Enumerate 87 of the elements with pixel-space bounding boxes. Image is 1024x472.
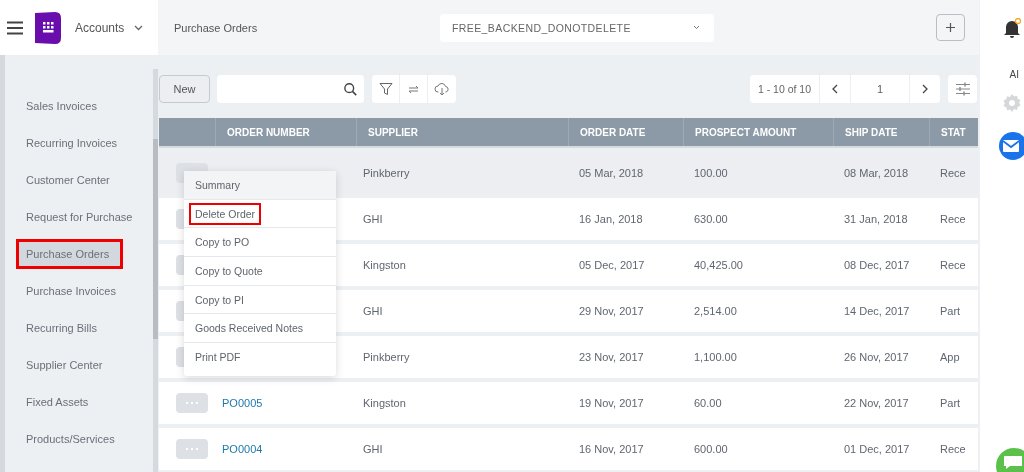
table-cell: 16 Nov, 2017 — [579, 443, 644, 455]
table-row[interactable]: PO0005 Kingston 19 Nov, 2017 60.00 22 Nov, 2017 Part — [159, 382, 978, 424]
scrollbar[interactable] — [153, 69, 158, 472]
sidebar-item[interactable]: Purchase Invoices — [5, 276, 146, 306]
column-header[interactable]: SHIP DATE — [845, 126, 898, 138]
table-cell: Pinkberry — [363, 167, 410, 179]
table-cell: Part — [940, 305, 961, 317]
table-cell: 14 Dec, 2017 — [844, 305, 910, 317]
chevron-icon — [134, 24, 144, 31]
page-range: 1 - 10 of 10 — [749, 75, 820, 103]
table-cell: 05 Dec, 2017 — [579, 259, 645, 271]
new-button[interactable]: New — [159, 75, 210, 103]
chevron-left-icon — [832, 84, 838, 94]
module-dropdown[interactable]: Accounts — [75, 16, 144, 39]
search-field[interactable] — [217, 75, 364, 103]
bell-icon[interactable] — [1003, 17, 1021, 38]
sidebar-item[interactable]: Customer Center — [5, 165, 146, 195]
table-cell: 26 Nov, 2017 — [844, 351, 909, 363]
column-header[interactable]: PROSPECT AMOUNT — [695, 126, 797, 138]
table-cell: GHI — [363, 213, 383, 225]
row-actions-button[interactable] — [176, 393, 208, 413]
sidebar-item[interactable]: Request for Purchase — [5, 202, 146, 232]
sliders-icon — [954, 82, 971, 96]
sidebar-item[interactable]: Supplier Center — [5, 350, 146, 380]
table-cell: 08 Mar, 2018 — [844, 167, 909, 179]
chevron-icon — [693, 25, 700, 30]
column-header[interactable]: ORDER DATE — [580, 126, 646, 138]
column-header[interactable]: SUPPLIER — [368, 126, 418, 138]
app-logo — [35, 11, 61, 44]
chat-icon[interactable] — [996, 448, 1024, 472]
table-cell: Rece — [940, 213, 966, 225]
column-settings-button[interactable] — [948, 75, 977, 103]
table-cell: Kingston — [363, 397, 406, 409]
menu-item[interactable]: Copy to PI — [189, 288, 251, 311]
order-number-link[interactable]: PO0005 — [222, 397, 263, 409]
menu-icon[interactable] — [7, 20, 23, 35]
table-row[interactable]: PO0004 GHI 16 Nov, 2017 600.00 01 Dec, 2017 Rece — [159, 428, 978, 470]
table-cell: Rece — [940, 443, 966, 455]
table-cell: 29 Nov, 2017 — [579, 305, 644, 317]
mail-icon[interactable] — [998, 132, 1024, 160]
filter-icon — [378, 82, 393, 96]
page-title: Purchase Orders — [174, 21, 259, 34]
column-header[interactable]: STAT — [941, 126, 966, 138]
plus-icon — [946, 23, 955, 32]
table-cell: 08 Dec, 2017 — [844, 259, 910, 271]
chevron-right-icon — [922, 84, 928, 94]
table-cell: 2,514.00 — [694, 305, 737, 317]
column-header[interactable]: ORDER NUMBER — [227, 126, 310, 138]
company-dropdown[interactable]: FREE_BACKEND_DONOTDELETE — [440, 13, 714, 42]
table-cell: 1,100.00 — [694, 351, 737, 363]
sidebar-item[interactable]: Recurring Invoices — [5, 128, 146, 158]
row-actions-button[interactable] — [176, 439, 208, 459]
table-cell: 40,425.00 — [694, 259, 743, 271]
menu-item[interactable]: Print PDF — [189, 346, 247, 369]
table-cell: 22 Nov, 2017 — [844, 397, 909, 409]
menu-item[interactable]: Delete Order — [189, 202, 262, 225]
table-cell: 23 Nov, 2017 — [579, 351, 644, 363]
sidebar-item[interactable]: Fixed Assets — [5, 387, 146, 417]
table-cell: 16 Jan, 2018 — [579, 213, 643, 225]
table-cell: Rece — [940, 167, 966, 179]
table-cell: App — [940, 351, 960, 363]
table-cell: 630.00 — [694, 213, 728, 225]
table-cell: 60.00 — [694, 397, 722, 409]
ai-button[interactable]: AI — [1009, 69, 1019, 80]
table-cell: Pinkberry — [363, 351, 410, 363]
menu-item[interactable]: Copy to Quote — [189, 259, 269, 282]
order-number-link[interactable]: PO0004 — [222, 443, 263, 455]
table-cell: 31 Jan, 2018 — [844, 213, 908, 225]
sidebar-item[interactable]: Recurring Bills — [5, 313, 146, 343]
sidebar-item[interactable]: Purchase Orders — [16, 239, 123, 269]
sidebar-item[interactable]: Products/Services — [5, 424, 146, 454]
table-cell: GHI — [363, 443, 383, 455]
table-cell: Kingston — [363, 259, 406, 271]
cloud-download-icon — [434, 82, 450, 96]
search-icon — [343, 81, 357, 97]
table-cell: Rece — [940, 259, 966, 271]
sidebar-item[interactable]: Sales Invoices — [5, 91, 146, 121]
table-cell: 100.00 — [694, 167, 728, 179]
table-cell: 05 Mar, 2018 — [579, 167, 644, 179]
table-cell: 19 Nov, 2017 — [579, 397, 644, 409]
table-cell: 600.00 — [694, 443, 728, 455]
table-cell: Part — [940, 397, 961, 409]
table-cell: GHI — [363, 305, 383, 317]
page-number-field[interactable]: 1 — [850, 75, 910, 103]
add-button[interactable] — [936, 14, 965, 41]
table-cell: 01 Dec, 2017 — [844, 443, 910, 455]
settings-icon[interactable] — [1003, 94, 1021, 112]
